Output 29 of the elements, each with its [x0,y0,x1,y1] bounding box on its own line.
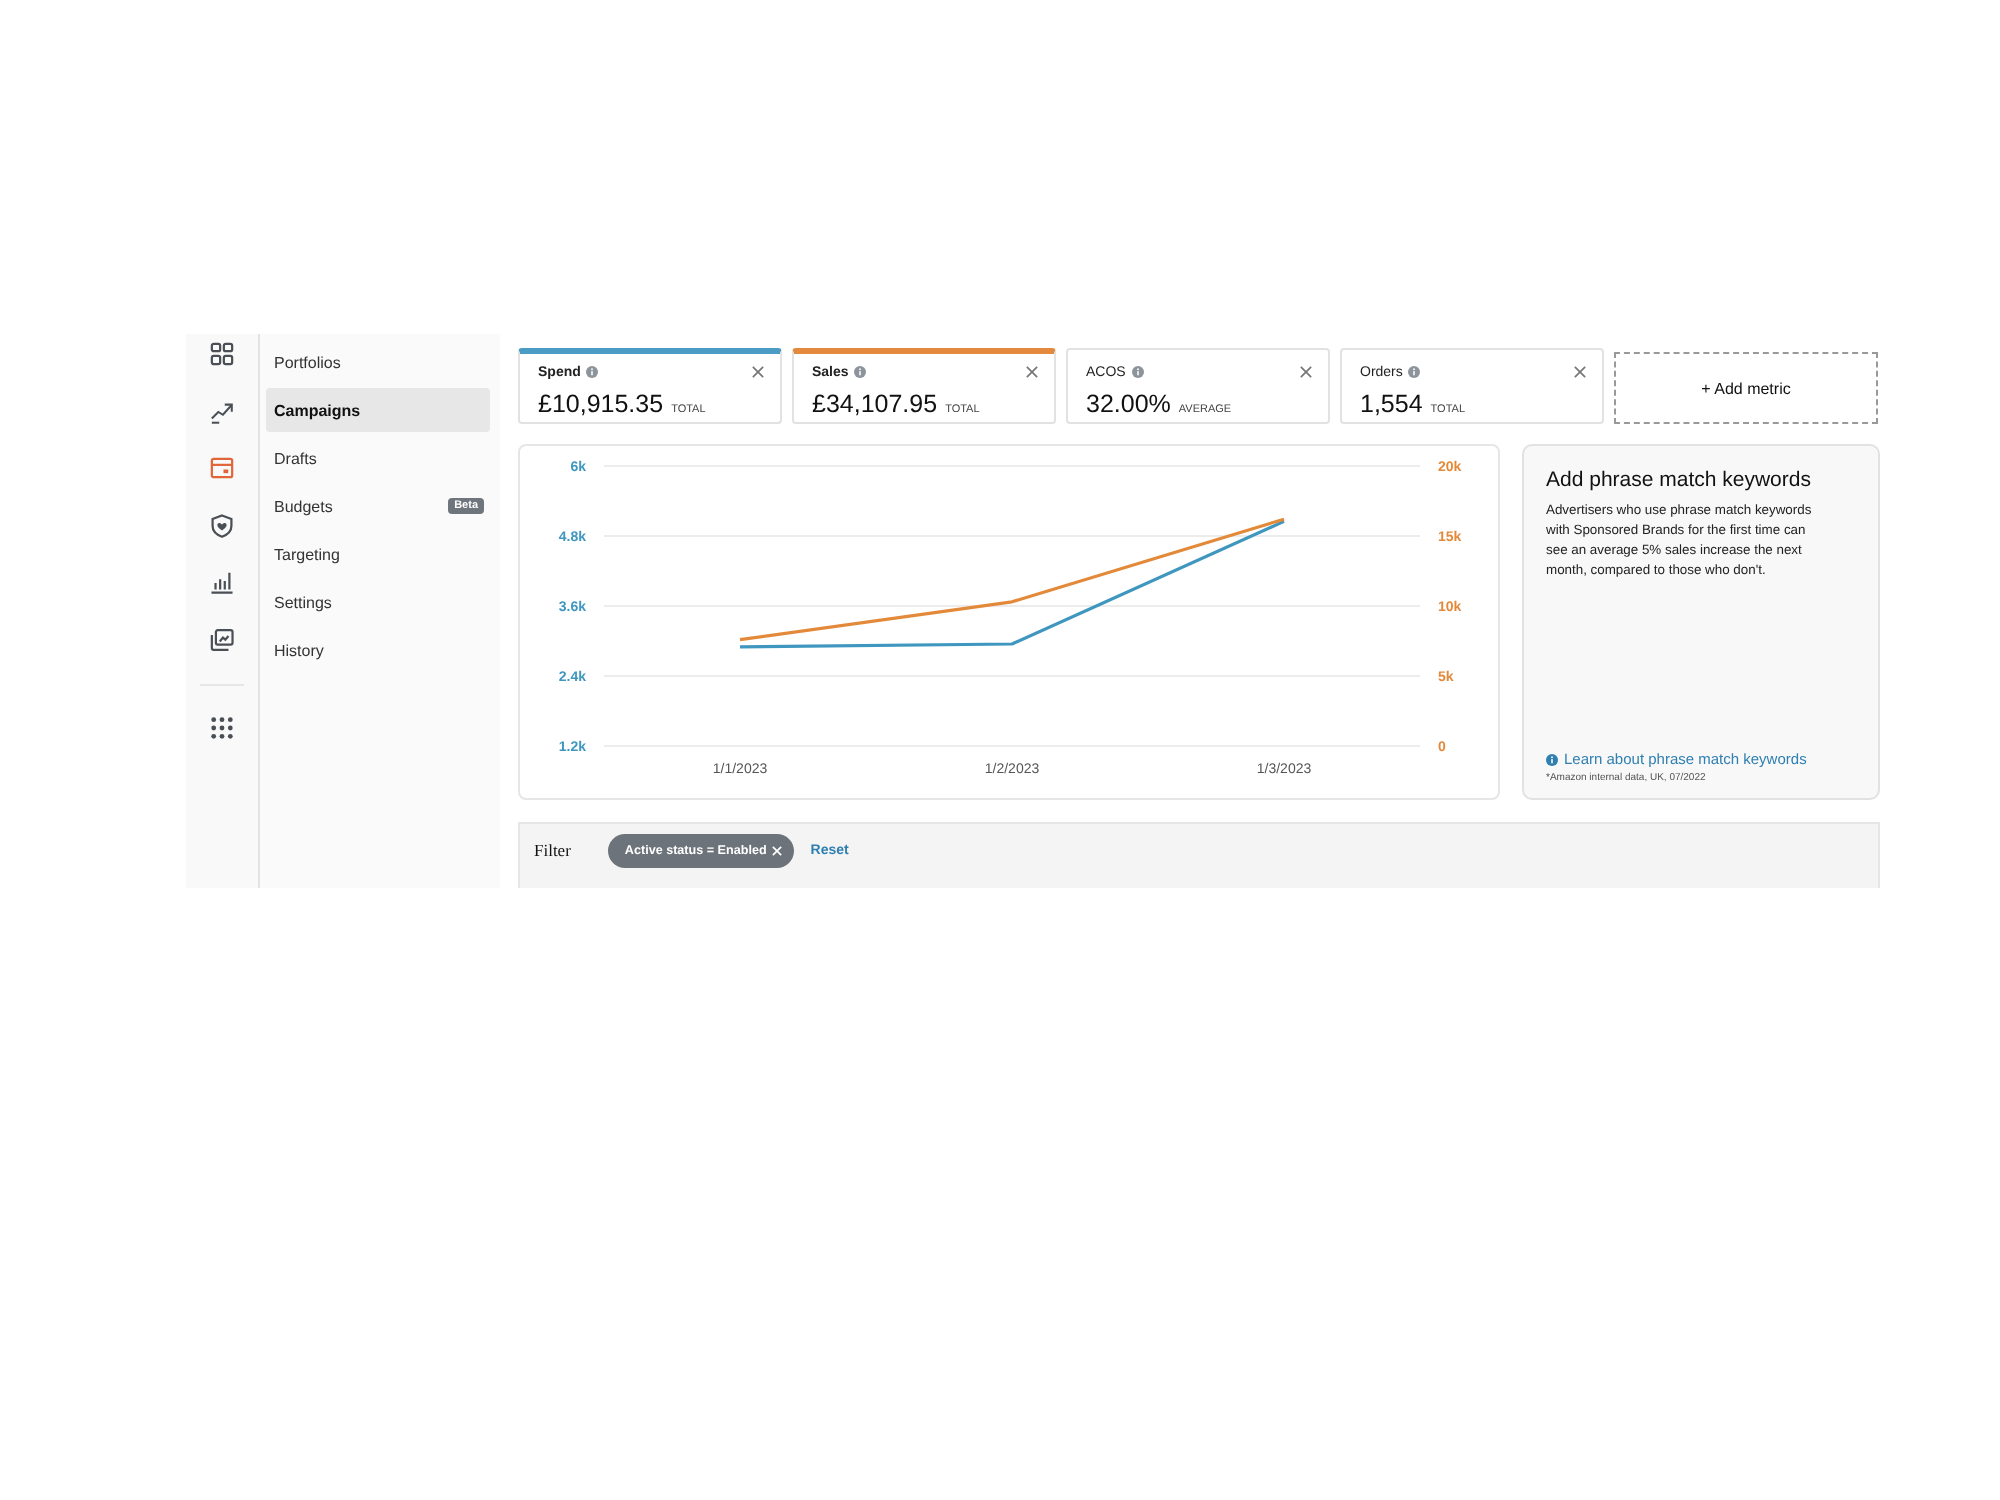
info-icon [1131,366,1144,378]
close-icon[interactable] [1574,366,1586,378]
metric-value: 1,554 [1360,390,1423,418]
close-icon[interactable] [752,366,764,378]
sidebar-item[interactable]: Drafts [266,436,490,480]
promo-title: Add phrase match keywords [1546,468,1813,492]
stacked-windows-icon[interactable] [210,627,234,651]
close-icon[interactable] [1026,366,1038,378]
bar-chart-icon[interactable] [210,570,234,594]
filter-label: Filter [534,838,571,864]
info-icon [854,366,867,378]
add-metric-button[interactable]: + Add metric [1614,352,1878,424]
sidebar-item[interactable]: Campaigns [266,388,490,432]
info-icon [1408,366,1421,378]
dots-grid-icon[interactable] [210,715,234,739]
shield-icon[interactable] [210,513,234,537]
sidebar-item[interactable]: Targeting [266,532,490,576]
close-icon[interactable] [1300,366,1312,378]
metric-value: £34,107.95 [812,390,938,418]
card-icon[interactable] [210,456,234,480]
metric-value: £10,915.35 [538,390,664,418]
sidebar-item[interactable]: Portfolios [266,340,490,384]
sidebar-item[interactable]: Settings [266,580,490,624]
info-icon [586,366,599,378]
info-icon [1546,753,1558,765]
sidebar-item[interactable]: History [266,628,490,672]
tiles-icon[interactable] [210,342,234,366]
trend-arrow-icon[interactable] [210,399,234,423]
metric-value: 32.00% [1086,390,1171,418]
